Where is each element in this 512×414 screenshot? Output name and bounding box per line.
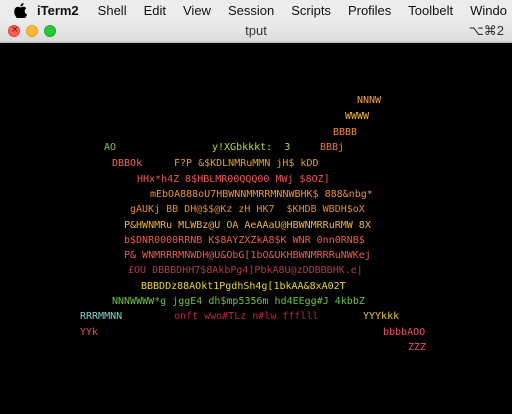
- terminal-line: onft wwo#TLz n#lw ffflll: [174, 311, 319, 322]
- terminal-line: P& WNMRRRMNWDH@U&ObG[1bO&UKHBWNMRRRuNWKe…: [124, 250, 371, 261]
- terminal-line: b$DNR0000RRNB K$8AYZXZkA8$K WNR 0nn0RNB$: [124, 235, 365, 246]
- terminal-line: AO: [104, 142, 117, 153]
- terminal-line: NNNWWWW*g jggE4 dh$mp5356m hd4EEgg#J 4kb…: [112, 296, 365, 307]
- terminal-line: HHx*h4Z 8$HBLMR00QQQ00 MWj $8OZ]: [137, 174, 330, 185]
- apple-icon[interactable]: [14, 2, 27, 18]
- menu-window[interactable]: Windo: [470, 3, 507, 18]
- window-titlebar[interactable]: × tput ⌥⌘2: [0, 20, 512, 43]
- terminal-line: mEbOA888oU7HBWNNMMRRMNNWBHK$ 888&nbg*: [150, 189, 373, 200]
- terminal-line: WWWW: [345, 111, 370, 122]
- terminal-window: × tput ⌥⌘2 NNNW WWWW BBBB BBBj AO y!XGbk…: [0, 20, 512, 414]
- terminal-line: RRRMMNN: [80, 311, 123, 322]
- terminal-line: y!XGbkkkt: 3: [212, 142, 291, 153]
- menu-session[interactable]: Session: [228, 3, 274, 18]
- terminal-line: ZZZ: [408, 342, 427, 353]
- terminal-output[interactable]: NNNW WWWW BBBB BBBj AO y!XGbkkkt: 3 DBBO…: [0, 43, 512, 414]
- menu-view[interactable]: View: [183, 3, 211, 18]
- terminal-line: YYk: [80, 327, 99, 338]
- terminal-line: DBBOk: [112, 158, 143, 169]
- terminal-line: NNNW: [357, 95, 382, 106]
- terminal-line: gAUKj BB DH@$$@Kz zH HK7 $KHDB WBDH$oX: [130, 204, 365, 215]
- menu-profiles[interactable]: Profiles: [348, 3, 391, 18]
- terminal-line: BBBDDz88AOkt1PgdhSh4g[1bkAA&8xA02T: [141, 281, 346, 292]
- window-title: tput: [245, 23, 267, 38]
- terminal-line: P&HWNMRu MLWBz@U OA AeAAaU@HBWNMRRuRMW 8…: [124, 220, 371, 231]
- menu-toolbelt[interactable]: Toolbelt: [408, 3, 453, 18]
- menu-shell[interactable]: Shell: [98, 3, 127, 18]
- menu-bar: iTerm2 Shell Edit View Session Scripts P…: [0, 0, 512, 21]
- terminal-line: F?P &$KDLNMRuMMN jH$ kDD: [174, 158, 319, 169]
- terminal-line: BBBB: [333, 127, 358, 138]
- menu-scripts[interactable]: Scripts: [291, 3, 331, 18]
- terminal-line: bbbbAOO: [383, 327, 426, 338]
- menu-edit[interactable]: Edit: [144, 3, 166, 18]
- window-shortcut-label: ⌥⌘2: [468, 23, 504, 38]
- menu-app-name[interactable]: iTerm2: [37, 3, 79, 18]
- terminal-line: BBBj: [320, 142, 345, 153]
- terminal-line: YYYkkk: [363, 311, 400, 322]
- terminal-line: £OU DBBBDHH7$8AkbPg4]PbkA8U@zDDBBBHK.e|: [128, 265, 363, 276]
